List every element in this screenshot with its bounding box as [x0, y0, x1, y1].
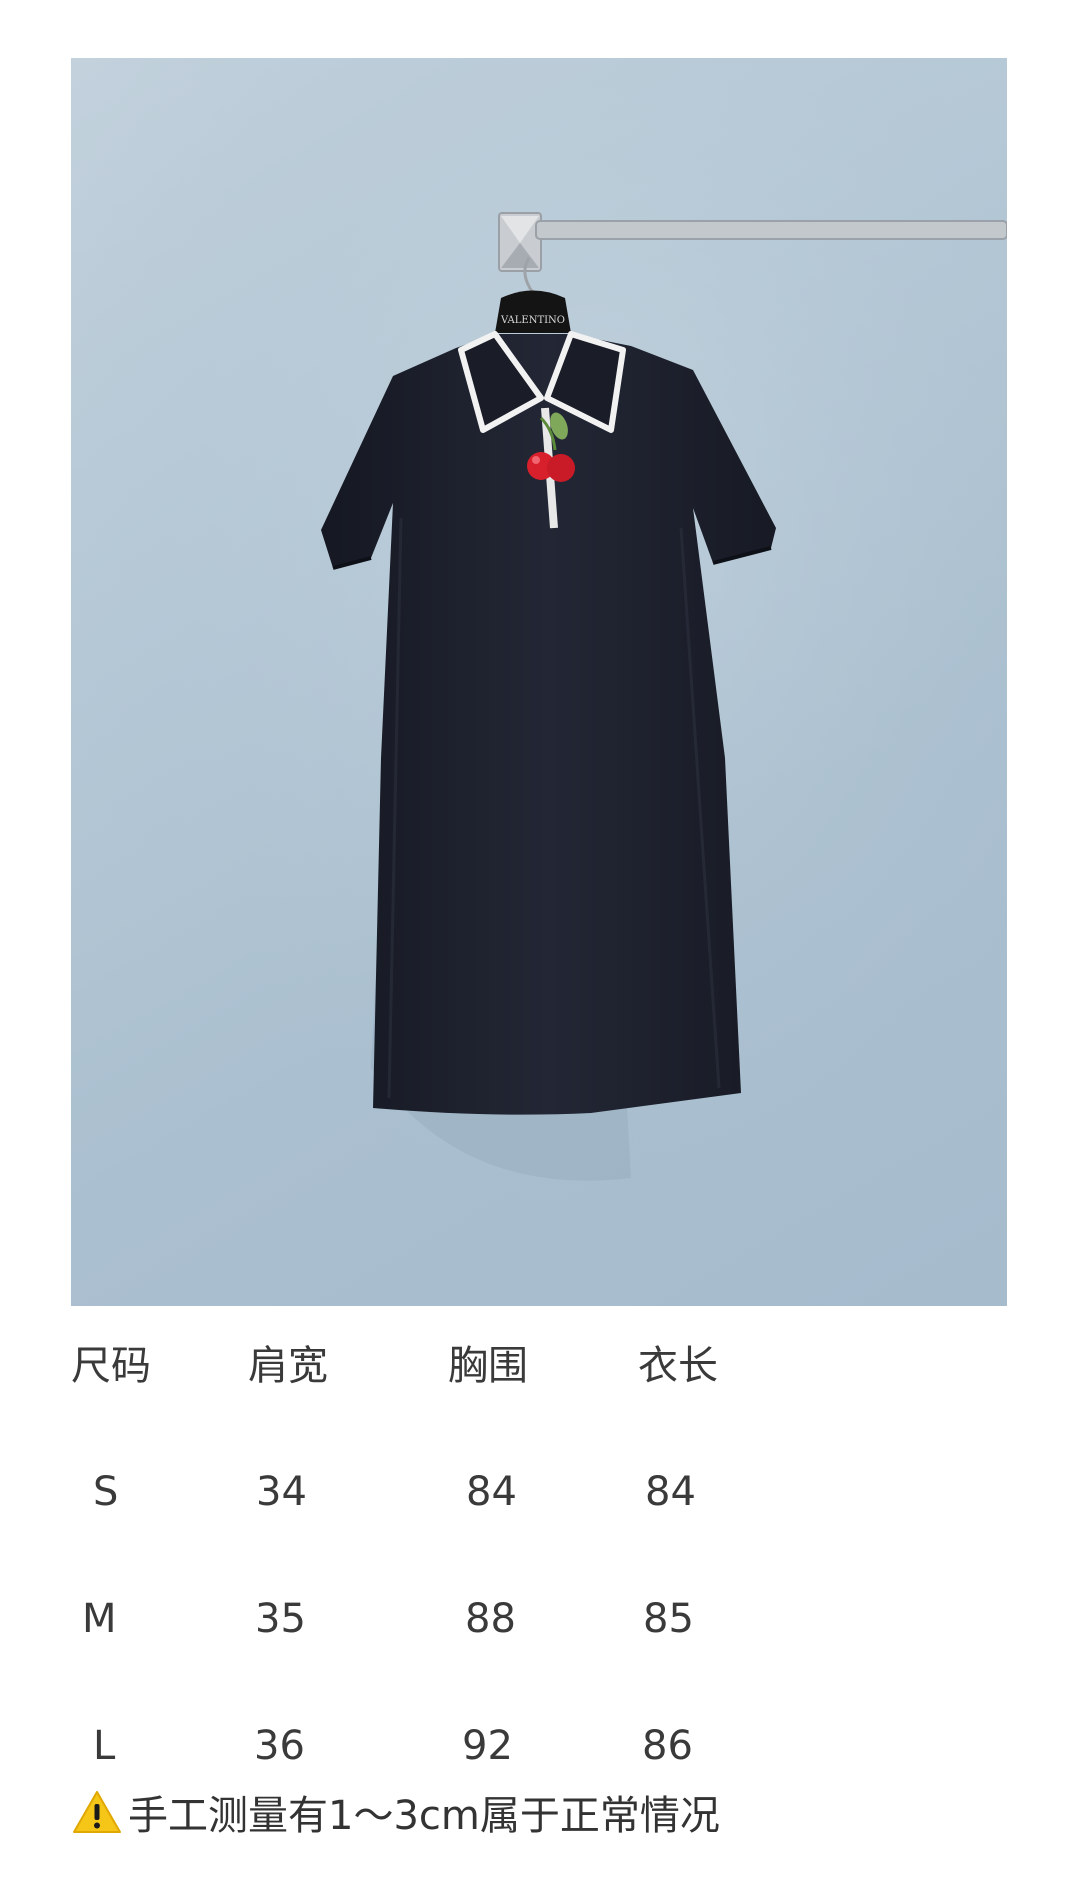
header-shoulder: 肩宽 — [248, 1343, 328, 1389]
row-m-shoulder: 35 — [255, 1596, 306, 1642]
note-text: 手工测量有1～3cm属于正常情况 — [128, 1793, 720, 1839]
row-l-size: L — [93, 1723, 116, 1769]
row-s-chest: 84 — [466, 1469, 517, 1515]
product-photo: VALENTINO — [71, 58, 1007, 1306]
row-m-size: M — [82, 1596, 117, 1642]
row-s-size: S — [93, 1469, 119, 1515]
hanging-rail — [535, 220, 1007, 240]
header-size: 尺码 — [71, 1343, 151, 1389]
row-l-length: 86 — [642, 1723, 693, 1769]
hanger-brand-label: VALENTINO — [500, 315, 565, 326]
dress-illustration: VALENTINO — [71, 58, 1007, 1306]
rail-bracket — [498, 212, 542, 272]
row-m-chest: 88 — [465, 1596, 516, 1642]
header-length: 衣长 — [638, 1343, 718, 1389]
row-s-length: 84 — [645, 1469, 696, 1515]
row-l-chest: 92 — [462, 1723, 513, 1769]
row-s-shoulder: 34 — [256, 1469, 307, 1515]
size-table: 尺码 肩宽 胸围 衣长 S 34 84 84 M 35 88 85 L 36 9… — [0, 1306, 1080, 1846]
row-m-length: 85 — [643, 1596, 694, 1642]
hanger — [495, 290, 571, 333]
header-chest: 胸围 — [448, 1343, 528, 1389]
row-l-shoulder: 36 — [254, 1723, 305, 1769]
measurement-note: 手工测量有1～3cm属于正常情况 — [72, 1784, 720, 1840]
warning-icon — [73, 1791, 121, 1833]
